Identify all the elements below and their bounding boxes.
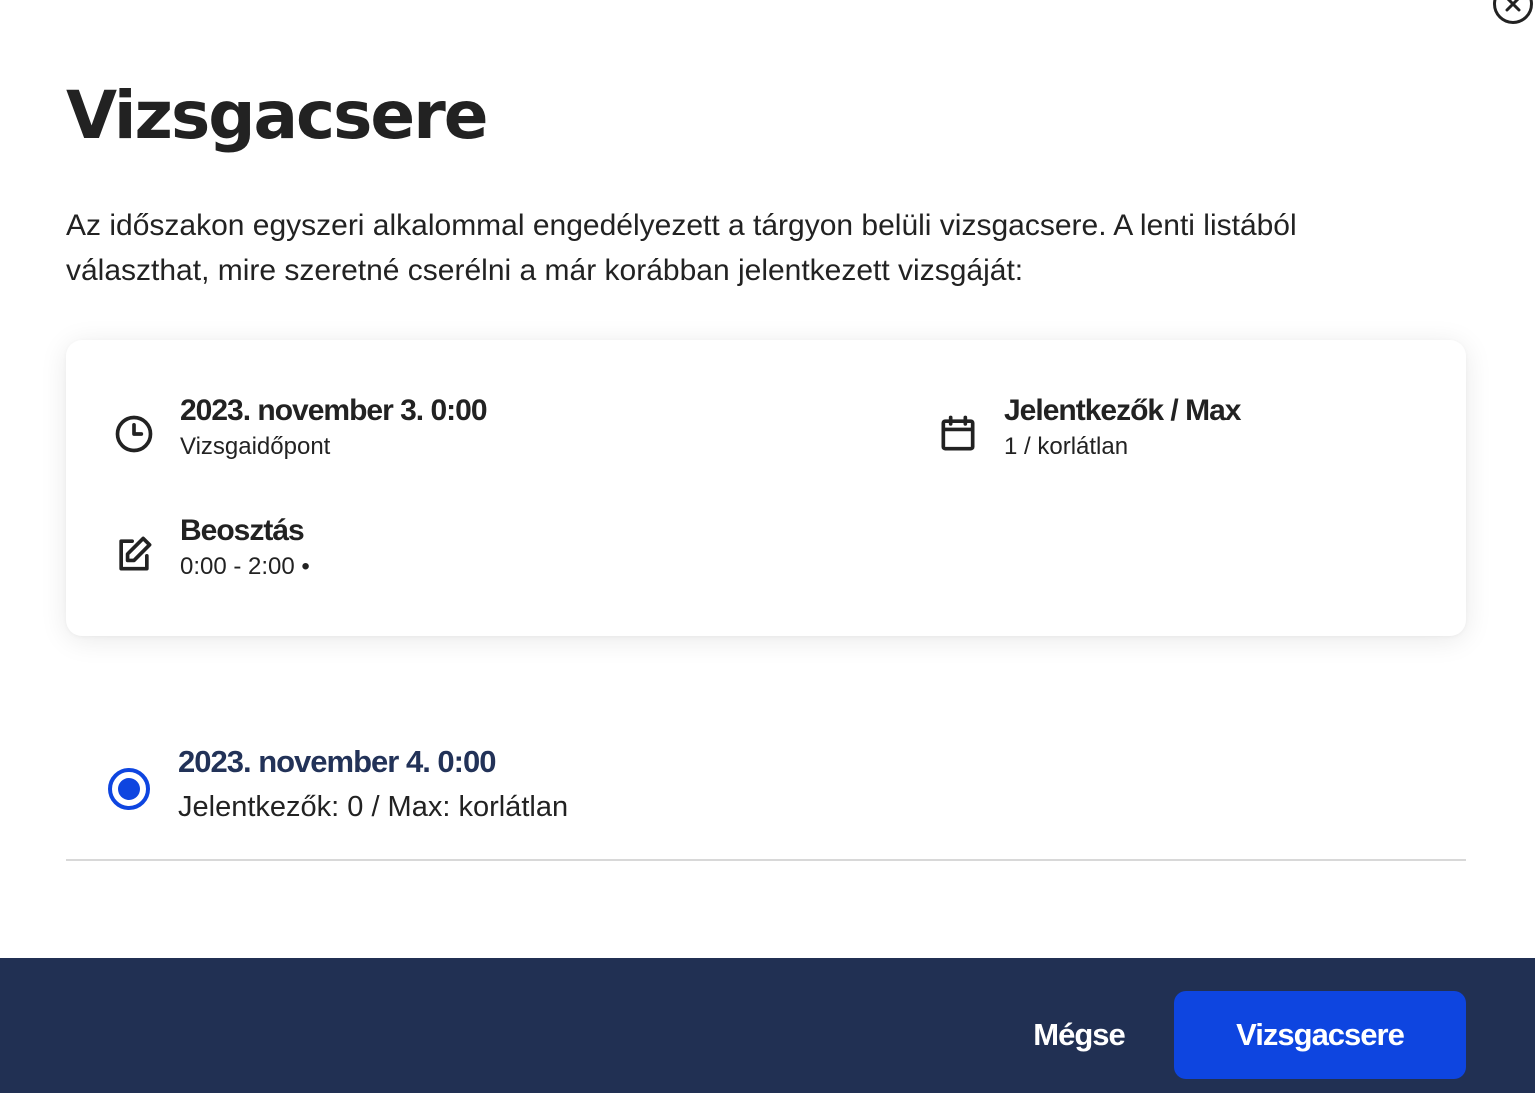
calendar-icon	[936, 412, 980, 456]
dialog-title: Vizsgacsere	[66, 77, 489, 154]
radio-selected-dot	[118, 778, 140, 800]
exam-option-radio[interactable]: 2023. november 4. 0:00 Jelentkezők: 0 / …	[108, 742, 568, 832]
exam-assignment-value: 0:00 - 2:00 •	[180, 553, 310, 580]
cancel-button[interactable]: Mégse	[1020, 991, 1138, 1079]
exam-assignment-info: Beosztás 0:00 - 2:00 •	[112, 512, 310, 584]
exam-option-subtitle: Jelentkezők: 0 / Max: korlátlan	[178, 791, 569, 823]
exam-swap-button[interactable]: Vizsgacsere	[1174, 991, 1466, 1079]
divider	[66, 859, 1466, 861]
exam-time-label: Vizsgaidőpont	[180, 433, 331, 460]
exam-seats-value: 1 / korlátlan	[1004, 433, 1129, 460]
dialog-intro: Az időszakon egyszeri alkalommal engedél…	[66, 209, 1297, 287]
exam-time-value: 2023. november 3. 0:00	[180, 394, 488, 427]
close-icon	[1505, 0, 1521, 12]
radio-button[interactable]	[108, 768, 150, 810]
exam-assignment-label: Beosztás	[180, 514, 305, 547]
dialog-footer: Mégse Vizsgacsere	[0, 958, 1535, 1093]
edit-icon	[112, 532, 156, 576]
close-button[interactable]	[1493, 0, 1533, 24]
exam-seats-label: Jelentkezők / Max	[1004, 394, 1241, 427]
clock-icon	[112, 412, 156, 456]
exam-option-title: 2023. november 4. 0:00	[178, 744, 496, 779]
exam-time-info: 2023. november 3. 0:00 Vizsgaidőpont	[112, 392, 488, 464]
exam-seats-info: Jelentkezők / Max 1 / korlátlan	[936, 392, 1241, 464]
current-exam-card: 2023. november 3. 0:00 Vizsgaidőpont Jel…	[66, 340, 1466, 636]
